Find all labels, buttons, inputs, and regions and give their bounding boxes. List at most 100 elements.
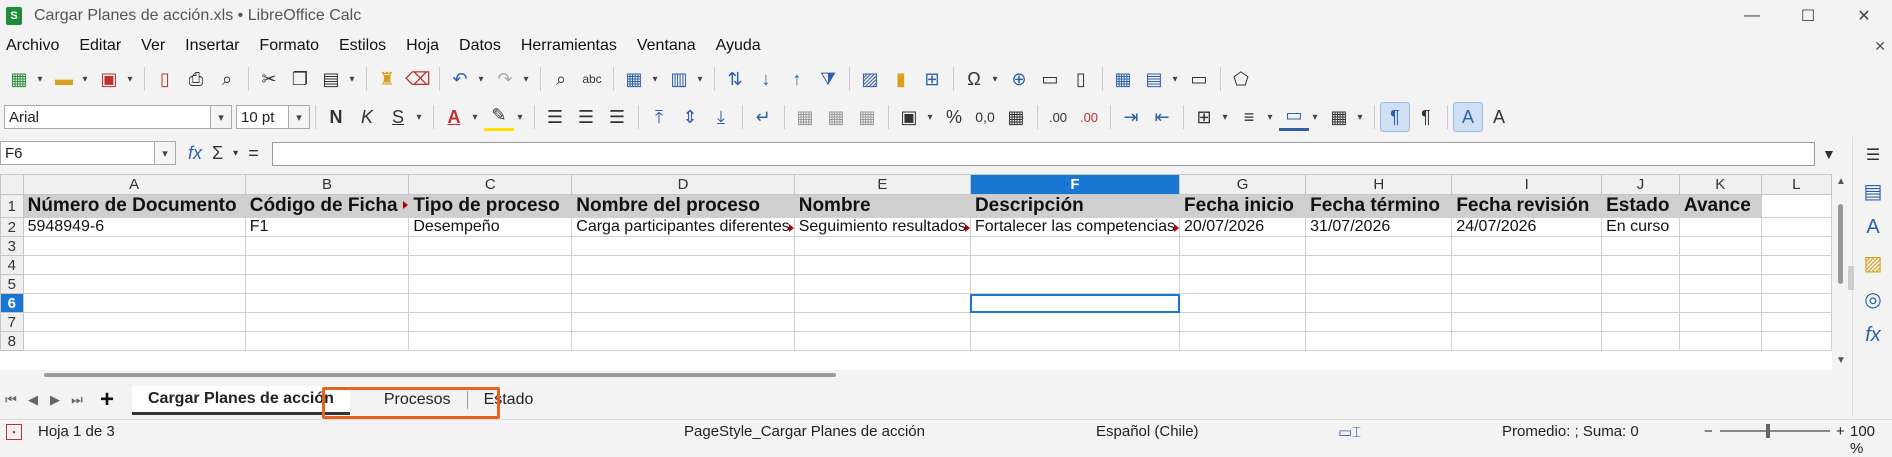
cell[interactable] [408, 255, 573, 275]
comment-icon[interactable]: ▭ [1035, 64, 1065, 94]
cell[interactable] [1678, 274, 1762, 294]
cell[interactable] [244, 274, 410, 294]
new-document-icon[interactable]: ▦ [4, 64, 34, 94]
cell[interactable] [22, 293, 246, 313]
cell[interactable] [1601, 293, 1680, 313]
cell[interactable] [1451, 274, 1603, 294]
cell[interactable] [244, 293, 410, 313]
row-header[interactable]: 5 [0, 274, 24, 294]
spelling-icon[interactable]: abc [577, 64, 607, 94]
expand-formula-icon[interactable]: ▼ [1822, 146, 1836, 162]
cell[interactable] [1451, 312, 1603, 332]
cell[interactable]: En curso [1601, 217, 1680, 237]
tab-cargar-planes[interactable]: Cargar Planes de acción [132, 385, 350, 415]
cell[interactable] [1760, 293, 1832, 313]
cell[interactable] [408, 236, 573, 256]
cell[interactable] [1451, 331, 1603, 351]
zoom-out-button[interactable]: − [1704, 423, 1713, 440]
redo-icon[interactable]: ↷ [490, 64, 520, 94]
scroll-up-icon[interactable]: ▲ [1836, 176, 1846, 187]
align-bottom-icon[interactable]: ⤓ [706, 102, 736, 132]
cell[interactable]: 5948949-6 [22, 217, 246, 237]
clone-formatting-icon[interactable]: ♜ [372, 64, 402, 94]
paste-dropdown-icon[interactable]: ▾ [347, 74, 357, 85]
bold-button[interactable]: N [321, 102, 351, 132]
cell[interactable] [571, 312, 795, 332]
column-icon[interactable]: ▥ [664, 64, 694, 94]
show-draw-functions-icon[interactable]: ⬠ [1226, 64, 1256, 94]
spreadsheet-grid[interactable]: A B C D E F G H I J K L 1 Número de Docu… [0, 174, 1832, 370]
column-header[interactable]: C [408, 174, 573, 195]
menu-ventana[interactable]: Ventana [635, 37, 706, 55]
menu-hoja[interactable]: Hoja [404, 37, 449, 55]
percent-format-button[interactable]: % [939, 102, 969, 132]
document-modified-icon[interactable]: ▪ [6, 424, 22, 440]
cell[interactable] [22, 331, 246, 351]
new-dropdown-icon[interactable]: ▾ [35, 74, 45, 85]
column-dropdown-icon[interactable]: ▾ [695, 74, 705, 85]
border-color-icon[interactable]: ▭ [1279, 104, 1309, 131]
menu-herramientas[interactable]: Herramientas [519, 37, 627, 55]
align-middle-icon[interactable]: ⇕ [675, 102, 705, 132]
sidebar-collapse-handle[interactable] [1848, 266, 1854, 290]
cell[interactable] [1601, 255, 1680, 275]
cell[interactable] [969, 274, 1181, 294]
chevron-down-icon[interactable]: ▾ [210, 106, 231, 128]
maximize-button[interactable]: ☐ [1780, 0, 1836, 32]
print-preview-icon[interactable]: ⌕ [212, 64, 242, 94]
currency-dropdown-icon[interactable]: ▾ [925, 112, 935, 123]
cell[interactable] [408, 331, 573, 351]
increase-indent-icon[interactable]: ⇥ [1116, 102, 1146, 132]
special-char-dropdown-icon[interactable]: ▾ [990, 74, 1000, 85]
column-header-selected[interactable]: F [969, 174, 1181, 195]
cell[interactable] [571, 236, 795, 256]
cell[interactable] [793, 312, 971, 332]
conditional-format-icon[interactable]: ▦ [1324, 102, 1354, 132]
cell[interactable] [22, 255, 246, 275]
column-header[interactable]: D [571, 174, 795, 195]
cell[interactable] [1678, 217, 1762, 237]
cell[interactable] [1760, 194, 1832, 218]
conditional-dropdown-icon[interactable]: ▾ [1355, 112, 1365, 123]
column-header[interactable]: L [1760, 174, 1832, 195]
column-header[interactable]: K [1678, 174, 1762, 195]
cell[interactable] [969, 236, 1181, 256]
menu-formato[interactable]: Formato [257, 37, 329, 55]
cell[interactable] [1179, 255, 1307, 275]
border-color-dropdown-icon[interactable]: ▾ [1310, 112, 1320, 123]
cell[interactable] [22, 274, 246, 294]
cell[interactable] [1305, 312, 1453, 332]
cell[interactable] [1305, 274, 1453, 294]
cell[interactable]: Avance [1678, 194, 1762, 218]
wrap-text-icon[interactable]: ↵ [748, 102, 778, 132]
undo-icon[interactable]: ↶ [445, 64, 475, 94]
row-header[interactable]: 7 [0, 312, 24, 332]
last-sheet-icon[interactable]: ⏭ [66, 392, 88, 408]
freeze-rows-icon[interactable]: ▤ [1139, 64, 1169, 94]
cell[interactable] [1179, 236, 1307, 256]
print-icon[interactable]: ⎙ [181, 64, 211, 94]
page-style[interactable]: PageStyle_Cargar Planes de acción [684, 423, 925, 440]
cell[interactable] [1305, 331, 1453, 351]
delete-decimal-button[interactable]: .00 [1074, 102, 1104, 132]
menu-ver[interactable]: Ver [139, 37, 175, 55]
sum-summary[interactable]: Promedio: ; Suma: 0 [1502, 423, 1639, 440]
font-color-button[interactable]: A [439, 102, 469, 132]
define-print-area-icon[interactable]: ▦ [1108, 64, 1138, 94]
cell[interactable] [1305, 236, 1453, 256]
text-direction-rtl-icon[interactable]: ¶ [1411, 102, 1441, 132]
pivot-table-icon[interactable]: ⊞ [917, 64, 947, 94]
cell[interactable] [571, 331, 795, 351]
cell[interactable] [793, 274, 971, 294]
menu-ayuda[interactable]: Ayuda [714, 37, 771, 55]
column-header[interactable]: E [793, 174, 971, 195]
insert-image-icon[interactable]: ▨ [855, 64, 885, 94]
clear-formatting-icon[interactable]: ⌫ [403, 64, 433, 94]
cell[interactable] [244, 312, 410, 332]
first-sheet-icon[interactable]: ⏮ [0, 392, 22, 408]
cell[interactable] [1678, 312, 1762, 332]
next-sheet-icon[interactable]: ▶ [44, 392, 66, 408]
column-header[interactable]: G [1179, 174, 1307, 195]
column-header[interactable]: I [1451, 174, 1603, 195]
cell[interactable] [408, 293, 573, 313]
